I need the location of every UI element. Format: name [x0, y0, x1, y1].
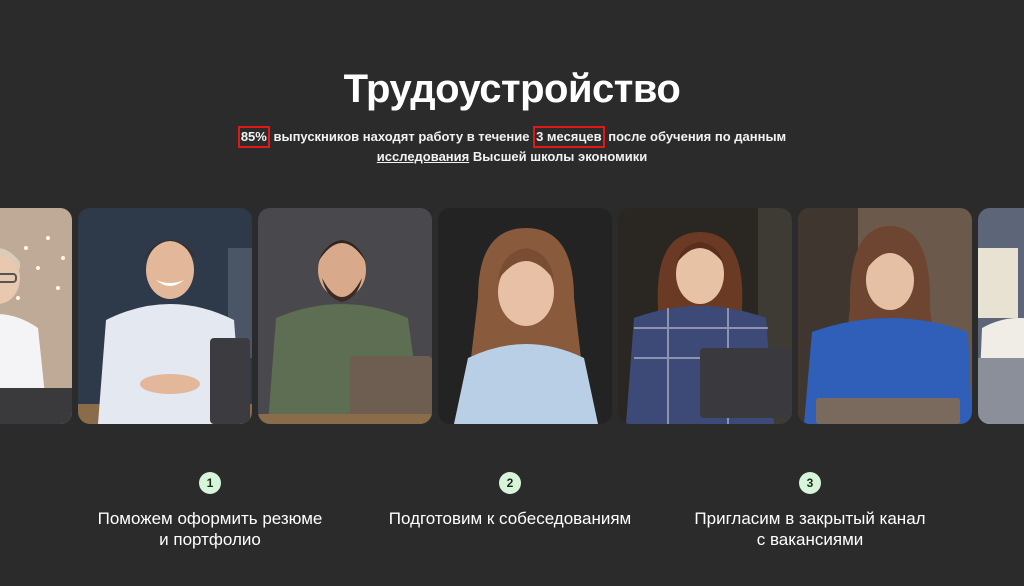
- step-2: 2 Подготовим к собеседованиям: [360, 472, 660, 529]
- step-3-line-2: с вакансиями: [756, 530, 864, 549]
- subtitle-text-2: после обучения по данным: [608, 129, 787, 144]
- step-3-text: Пригласим в закрытый канал с вакансиями: [660, 508, 960, 550]
- research-link[interactable]: исследования: [377, 149, 469, 164]
- step-1-number: 1: [199, 472, 221, 494]
- step-2-text: Подготовим к собеседованиям: [360, 508, 660, 529]
- graduate-photo-7: [978, 208, 1024, 424]
- step-2-line-1: Подготовим к собеседованиям: [388, 509, 632, 528]
- step-1: 1 Поможем оформить резюме и портфолио: [60, 472, 360, 550]
- subtitle-text-1: выпускников находят работу в течение: [273, 129, 530, 144]
- section-title: Трудоустройство: [343, 67, 681, 111]
- graduate-photo-4: [438, 208, 612, 424]
- step-1-text: Поможем оформить резюме и портфолио: [60, 508, 360, 550]
- step-3-line-1: Пригласим в закрытый канал: [694, 509, 926, 528]
- graduate-photo-6: [798, 208, 972, 424]
- stat-percent-highlight: 85%: [237, 126, 270, 148]
- graduate-photo-2: [78, 208, 252, 424]
- employment-section: Трудоустройство 85% выпускников находят …: [0, 0, 1024, 586]
- graduate-photo-3: [258, 208, 432, 424]
- subtitle-text-3: Высшей школы экономики: [472, 149, 648, 164]
- graduates-photo-carousel[interactable]: [0, 208, 1024, 424]
- step-3: 3 Пригласим в закрытый канал с вакансиям…: [660, 472, 960, 550]
- stat-period-highlight: 3 месяцев: [533, 126, 605, 148]
- step-1-line-1: Поможем оформить резюме: [97, 509, 323, 528]
- graduate-photo-1: [0, 208, 72, 424]
- step-3-number: 3: [799, 472, 821, 494]
- section-subtitle: 85% выпускников находят работу в течение…: [0, 126, 1024, 166]
- graduate-photo-5: [618, 208, 792, 424]
- step-2-number: 2: [499, 472, 521, 494]
- step-1-line-2: и портфолио: [159, 530, 261, 549]
